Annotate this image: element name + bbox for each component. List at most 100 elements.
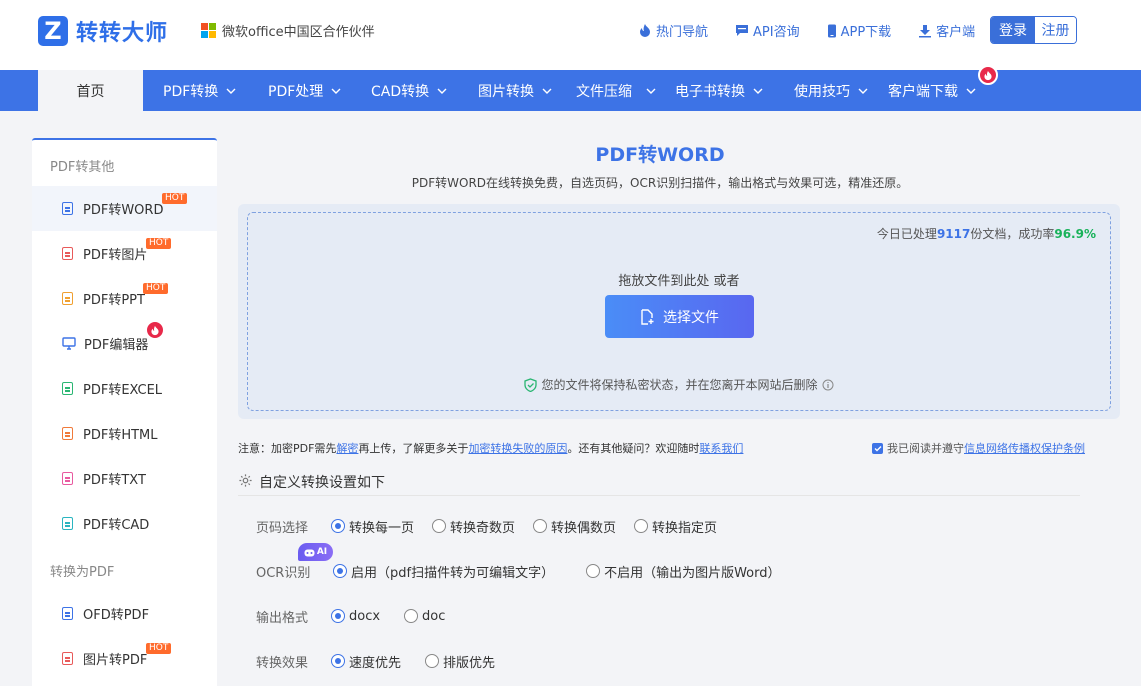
chevron-down-icon [646,88,656,94]
agree-checkbox[interactable] [872,442,883,454]
monitor-icon [62,337,76,350]
shield-check-icon [524,377,538,392]
client-download-link[interactable]: 客户端 [918,21,975,40]
format-option-docx[interactable]: docx [331,609,380,624]
hot-badge: HOT [146,238,172,249]
ai-badge: AI [298,543,333,561]
privacy-note: 您的文件将保持私密状态，并在您离开本网站后删除 [248,376,1110,393]
nav-file-compress[interactable]: 文件压缩 [576,70,656,111]
chevron-down-icon [542,88,552,94]
top-header: Z 转转大师 微软office中国区合作伙伴 热门导航 API咨询 APP下载 … [0,0,1141,70]
regulation-link[interactable]: 信息网络传播权保护条例 [964,440,1085,456]
sidebar-item-pdf-editor[interactable]: PDF编辑器 [32,320,217,366]
decrypt-link[interactable]: 解密 [336,442,358,455]
sidebar-item-pdf-to-word[interactable]: PDF转WORD HOT [32,186,217,231]
sidebar-item-pdf-to-image[interactable]: PDF转图片 HOT [32,231,217,276]
nav-tips[interactable]: 使用技巧 [794,70,868,111]
microsoft-logo-icon [201,23,216,38]
chevron-down-icon [753,88,763,94]
sidebar-group-pdf-to-other: PDF转其他 [50,160,115,175]
page-option-all[interactable]: 转换每一页 [331,517,414,536]
nav-cad-convert[interactable]: CAD转换 [371,70,447,111]
nav-pdf-process[interactable]: PDF处理 [268,70,341,111]
file-icon [62,472,73,485]
processed-count: 9117 [936,227,971,241]
file-icon [62,517,73,530]
page-option-even[interactable]: 转换偶数页 [533,517,616,536]
chevron-down-icon [331,88,341,94]
sidebar-item-pdf-to-excel[interactable]: PDF转EXCEL [32,366,217,411]
auth-buttons: 登录 注册 [990,16,1077,44]
ocr-option-disable[interactable]: 不启用（输出为图片版Word） [586,562,781,581]
sidebar-item-image-to-pdf[interactable]: 图片转PDF HOT [32,636,217,681]
page-option-odd[interactable]: 转换奇数页 [432,517,515,536]
hot-badge: HOT [143,283,169,294]
sidebar-item-ofd-to-pdf[interactable]: OFD转PDF [32,591,217,636]
drop-zone[interactable]: 今日已处理9117份文档，成功率96.9% 拖放文件到此处 或者 选择文件 您的… [247,212,1111,411]
nav-ebook-convert[interactable]: 电子书转换 [675,70,763,111]
effect-option-speed[interactable]: 速度优先 [331,652,401,671]
file-icon [62,247,73,260]
choose-file-button[interactable]: 选择文件 [605,295,754,338]
page-option-custom[interactable]: 转换指定页 [634,517,717,536]
download-icon [919,24,932,37]
sidebar-item-pdf-to-cad[interactable]: PDF转CAD [32,501,217,546]
add-file-icon [641,308,654,325]
sidebar-group-to-pdf: 转换为PDF [50,565,115,580]
encrypt-fail-reason-link[interactable]: 加密转换失败的原因 [468,442,567,455]
logo-icon: Z [38,16,68,46]
nav-pdf-convert[interactable]: PDF转换 [163,70,236,111]
partner-text: 微软office中国区合作伙伴 [222,25,375,40]
top-links: 热门导航 API咨询 APP下载 客户端 [638,21,1002,40]
brand-name: 转转大师 [76,21,169,46]
site-logo[interactable]: Z 转转大师 [38,15,168,47]
format-option-doc[interactable]: doc [404,609,445,624]
login-button[interactable]: 登录 [991,17,1035,43]
ocr-option-enable[interactable]: 启用（pdf扫描件转为可编辑文字） [333,562,554,581]
nav-client-download[interactable]: 客户端下载 [888,70,976,111]
main-nav: 首页 PDF转换 PDF处理 CAD转换 图片转换 文件压缩 电子书转换 使用技… [0,65,1141,111]
process-stats: 今日已处理9117份文档，成功率96.9% [876,227,1096,241]
hot-badge: HOT [162,193,188,204]
file-icon [62,427,73,440]
sidebar: PDF转其他 PDF转WORD HOT PDF转图片 HOT PDF转PPT H… [32,138,217,686]
nav-image-convert[interactable]: 图片转换 [478,70,552,111]
file-icon [62,607,73,620]
app-download-link[interactable]: APP下载 [827,21,891,40]
fire-icon [640,24,650,37]
info-icon[interactable] [822,379,834,391]
file-icon [62,382,73,395]
conversion-effect-row: 转换效果 速度优先 排版优先 [256,651,513,671]
notice-text: 注意：加密PDF需先解密再上传，了解更多关于加密转换失败的原因。还有其他疑问？欢… [238,442,744,455]
check-icon [874,445,881,451]
api-consult-link[interactable]: API咨询 [735,21,800,40]
file-icon [62,652,73,665]
sidebar-item-pdf-to-txt[interactable]: PDF转TXT [32,456,217,501]
agreement: 我已阅读并遵守 信息网络传播权保护条例 [872,440,1085,456]
drop-hint: 拖放文件到此处 或者 [618,274,740,289]
page-selection-row: 页码选择 转换每一页 转换奇数页 转换偶数页 转换指定页 [256,516,735,536]
upload-panel: 今日已处理9117份文档，成功率96.9% 拖放文件到此处 或者 选择文件 您的… [238,204,1120,419]
sidebar-item-pdf-to-ppt[interactable]: PDF转PPT HOT [32,276,217,321]
file-icon [62,202,73,215]
hot-fire-badge-icon [145,320,165,340]
chat-icon [736,25,749,36]
effect-option-layout[interactable]: 排版优先 [425,652,495,671]
file-icon [62,292,73,305]
chevron-down-icon [858,88,868,94]
gear-icon [239,474,252,487]
contact-us-link[interactable]: 联系我们 [699,442,743,455]
nav-home[interactable]: 首页 [38,70,143,111]
chevron-down-icon [437,88,447,94]
hot-nav-link[interactable]: 热门导航 [638,21,708,40]
hot-fire-badge-icon [978,65,998,85]
sidebar-item-pdf-to-html[interactable]: PDF转HTML [32,411,217,456]
phone-icon [827,24,836,37]
chevron-down-icon [966,88,976,94]
hot-badge: HOT [146,643,172,654]
partner-info: 微软office中国区合作伙伴 [201,21,375,40]
register-button[interactable]: 注册 [1035,17,1076,43]
settings-header: 自定义转换设置如下 [238,472,1080,496]
success-rate: 96.9% [1054,227,1096,241]
output-format-row: 输出格式 docx doc [256,608,446,626]
